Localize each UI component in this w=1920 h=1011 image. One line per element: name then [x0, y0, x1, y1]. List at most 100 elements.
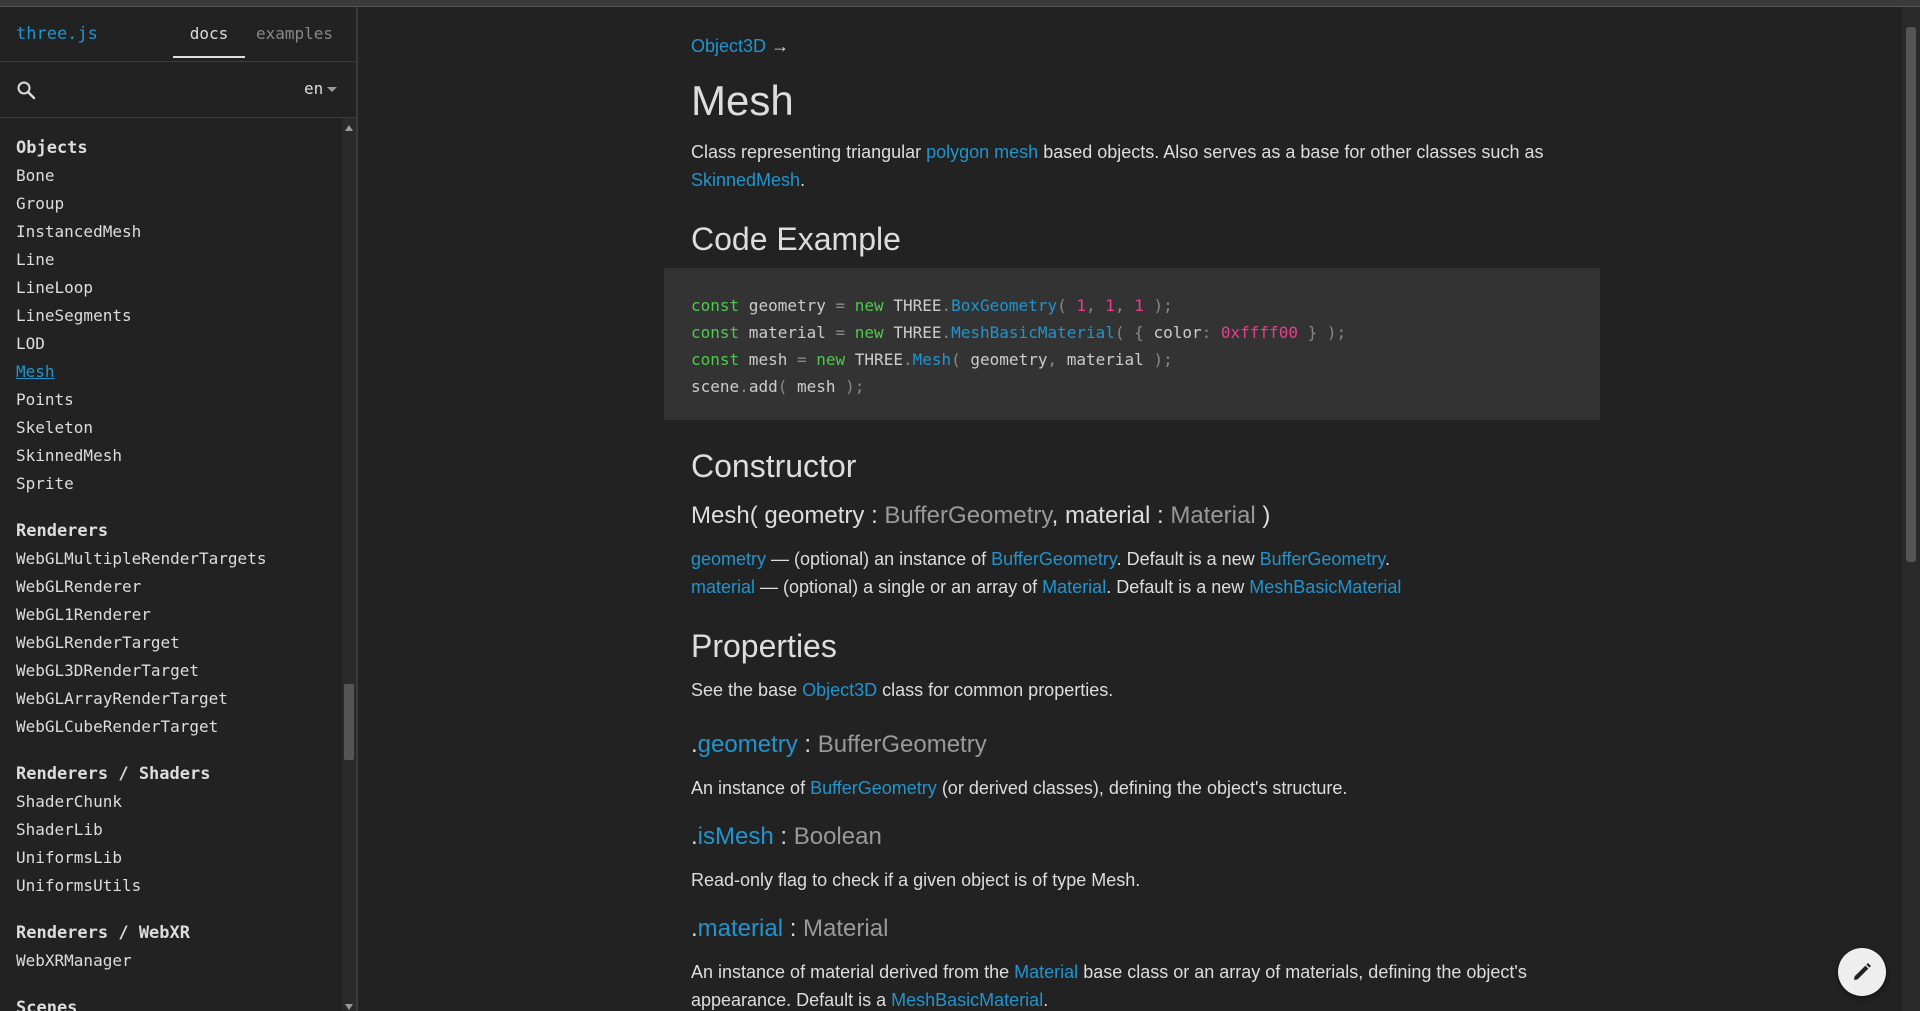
sidebar-scrollbar[interactable] — [342, 118, 356, 1011]
properties-heading: Properties — [691, 628, 837, 664]
param-material-link[interactable]: material — [691, 577, 755, 597]
constructor-close: ) — [1255, 502, 1271, 529]
type-separator: : — [864, 502, 885, 529]
type-buffergeometry-link[interactable]: BufferGeometry — [884, 502, 1051, 529]
page-scrollbar-thumb[interactable] — [1906, 27, 1916, 562]
sidebar-item-sprite[interactable]: Sprite — [16, 470, 342, 498]
param-text: . Default is a new — [1106, 577, 1250, 597]
property-ismesh-link[interactable]: isMesh — [698, 823, 774, 850]
scroll-up-arrow-icon[interactable] — [345, 125, 353, 131]
tab-examples[interactable]: examples — [256, 24, 333, 43]
nav-list: Objects Bone Group InstancedMesh Line LineLoo… — [0, 118, 342, 1011]
sidebar-item-webgl3drendertarget[interactable]: WebGL3DRenderTarget — [16, 657, 342, 685]
property-dot: . — [691, 915, 698, 942]
buffergeometry-link[interactable]: BufferGeometry — [810, 778, 937, 798]
code-block: const geometry = new THREE.BoxGeometry( … — [664, 268, 1600, 420]
sidebar-item-instancedmesh[interactable]: InstancedMesh — [16, 218, 342, 246]
param-material-description: material — (optional) a single or an arr… — [691, 573, 1616, 601]
material-link[interactable]: Material — [1042, 577, 1106, 597]
property-geometry-link[interactable]: geometry — [698, 731, 798, 758]
sidebar-item-line[interactable]: Line — [16, 246, 342, 274]
sidebar-item-webxrmanager[interactable]: WebXRManager — [16, 947, 342, 975]
param-text: — (optional) a single or an array of — [755, 577, 1043, 597]
sidebar-item-webglarrayrendertarget[interactable]: WebGLArrayRenderTarget — [16, 685, 342, 713]
sidebar-item-bone[interactable]: Bone — [16, 162, 342, 190]
polygon-mesh-link[interactable]: polygon mesh — [926, 142, 1038, 162]
property-text: (or derived classes), defining the objec… — [936, 778, 1348, 798]
type-material-link[interactable]: Material — [1170, 502, 1255, 529]
object3d-link[interactable]: Object3D — [802, 680, 877, 700]
property-text: An instance of material derived from the — [691, 962, 1015, 982]
code-line: const geometry = new THREE.BoxGeometry( … — [691, 296, 1173, 315]
sidebar-item-group[interactable]: Group — [16, 190, 342, 218]
nav-group-title: Objects — [16, 138, 88, 158]
nav-group-items: WebXRManager — [16, 947, 342, 975]
code-line: scene.add( mesh ); — [691, 377, 865, 396]
property-text: . — [1043, 990, 1049, 1010]
sidebar-item-uniformslib[interactable]: UniformsLib — [16, 844, 342, 872]
material-link[interactable]: Material — [1014, 962, 1078, 982]
param-comma: , — [1051, 502, 1065, 529]
tab-docs[interactable]: docs — [173, 24, 245, 58]
language-value: en — [304, 79, 324, 98]
intro-text: based objects. Also serves as a base for… — [1038, 142, 1544, 162]
sidebar-item-points[interactable]: Points — [16, 386, 342, 414]
sidebar-item-lineloop[interactable]: LineLoop — [16, 274, 342, 302]
nav-inner: Objects Bone Group InstancedMesh Line LineLoo… — [0, 118, 342, 1011]
intro-text: . — [800, 170, 806, 190]
sidebar-item-skinnedmesh[interactable]: SkinnedMesh — [16, 442, 342, 470]
property-material-description: An instance of material derived from the… — [691, 958, 1616, 1011]
sidebar-item-webglrenderer[interactable]: WebGLRenderer — [16, 573, 342, 601]
type-buffergeometry-link[interactable]: BufferGeometry — [818, 731, 987, 758]
sidebar-item-lod[interactable]: LOD — [16, 330, 342, 358]
buffergeometry-link[interactable]: BufferGeometry — [1260, 549, 1385, 569]
search-input[interactable] — [46, 76, 280, 104]
nav-group: Renderers / Shaders ShaderChunk ShaderLib U… — [16, 760, 342, 900]
sidebar-item-uniformsutils[interactable]: UniformsUtils — [16, 872, 342, 900]
sidebar-item-shaderchunk[interactable]: ShaderChunk — [16, 788, 342, 816]
param-geometry-link[interactable]: geometry — [691, 549, 766, 569]
edit-button[interactable] — [1838, 948, 1886, 996]
param-geometry-description: geometry — (optional) an instance of Buf… — [691, 545, 1616, 573]
code-token: const — [691, 296, 740, 315]
sidebar: three.js docs examples en Objects Bone Gro… — [0, 7, 358, 1011]
nav-group: Renderers / WebXR WebXRManager — [16, 919, 342, 975]
type-separator: : — [783, 915, 804, 942]
nav-group: Objects Bone Group InstancedMesh Line LineLoo… — [16, 134, 342, 498]
property-geometry-description: An instance of BufferGeometry (or derive… — [691, 774, 1616, 802]
skinnedmesh-link[interactable]: SkinnedMesh — [691, 170, 800, 190]
sidebar-item-webglmultiplerendertargets[interactable]: WebGLMultipleRenderTargets — [16, 545, 342, 573]
nav-group-title: Renderers / WebXR — [16, 923, 190, 943]
param-material: material — [1064, 502, 1151, 529]
search-bar: en — [0, 62, 356, 118]
nav-group: Renderers WebGLMultipleRenderTargets WebGL… — [16, 517, 342, 741]
constructor-heading: Constructor — [691, 448, 857, 484]
properties-intro-text: See the base — [691, 680, 803, 700]
breadcrumb-parent-link[interactable]: Object3D — [691, 36, 766, 56]
sidebar-scrollbar-thumb[interactable] — [344, 684, 354, 760]
main-content: Object3D → Mesh Class representing trian… — [360, 7, 1902, 1011]
properties-intro: See the base Object3D class for common p… — [691, 676, 1616, 704]
properties-intro-text: class for common properties. — [877, 680, 1114, 700]
buffergeometry-link[interactable]: BufferGeometry — [991, 549, 1116, 569]
property-material-link[interactable]: material — [698, 915, 783, 942]
sidebar-item-linesegments[interactable]: LineSegments — [16, 302, 342, 330]
window-top-border — [0, 0, 1920, 7]
sidebar-item-webglrendertarget[interactable]: WebGLRenderTarget — [16, 629, 342, 657]
meshbasicmaterial-link[interactable]: MeshBasicMaterial — [1249, 577, 1401, 597]
type-material-link[interactable]: Material — [803, 915, 888, 942]
sidebar-item-webgl1renderer[interactable]: WebGL1Renderer — [16, 601, 342, 629]
class-description: Class representing triangular polygon me… — [691, 138, 1616, 194]
language-select[interactable]: en — [304, 79, 338, 98]
meshbasicmaterial-link[interactable]: MeshBasicMaterial — [891, 990, 1043, 1010]
nav-group-title: Renderers — [16, 521, 109, 541]
param-geometry: geometry — [764, 502, 865, 529]
type-boolean: Boolean — [793, 823, 882, 850]
sidebar-item-webglcuberendertarget[interactable]: WebGLCubeRenderTarget — [16, 713, 342, 741]
sidebar-item-skeleton[interactable]: Skeleton — [16, 414, 342, 442]
sidebar-item-mesh[interactable]: Mesh — [16, 358, 342, 386]
sidebar-item-shaderlib[interactable]: ShaderLib — [16, 816, 342, 844]
type-separator: : — [773, 823, 794, 850]
scroll-down-arrow-icon[interactable] — [345, 1004, 353, 1010]
brand-link[interactable]: three.js — [16, 24, 98, 44]
